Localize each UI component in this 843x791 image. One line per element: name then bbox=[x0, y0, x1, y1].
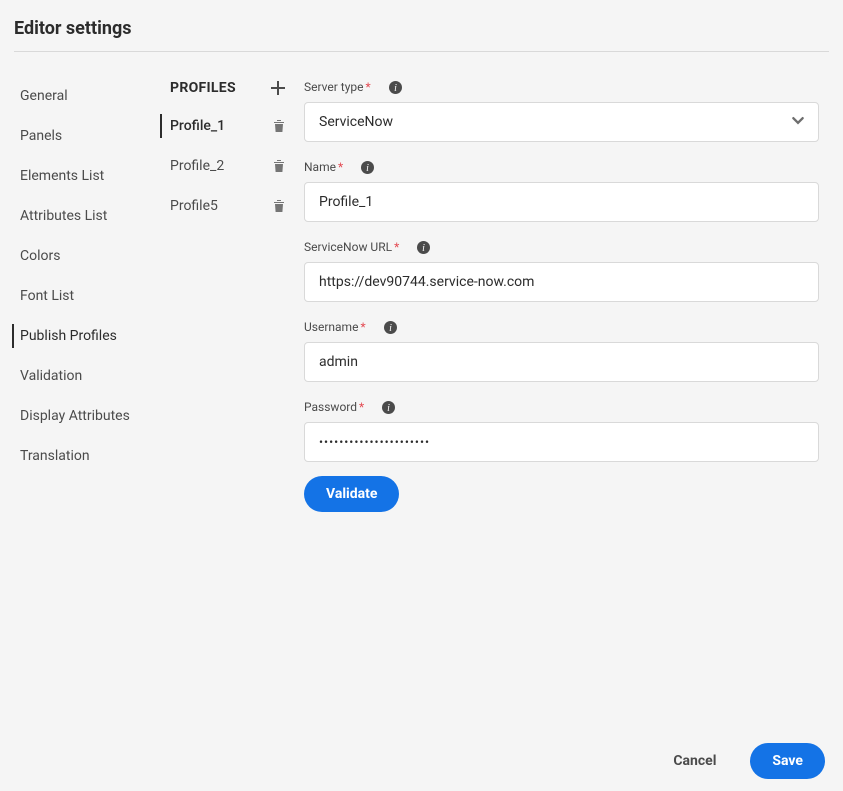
required-marker: * bbox=[359, 400, 364, 414]
form-column: Server type* i Name* i ServiceNow URL* i bbox=[294, 76, 829, 512]
trash-icon[interactable] bbox=[272, 119, 286, 133]
server-type-label: Server type* i bbox=[304, 80, 402, 94]
server-type-select[interactable] bbox=[304, 102, 819, 142]
settings-sidebar: General Panels Elements List Attributes … bbox=[14, 76, 164, 512]
page-header: Editor settings bbox=[0, 0, 843, 51]
required-marker: * bbox=[360, 320, 365, 334]
svg-text:i: i bbox=[422, 243, 425, 254]
server-type-select-wrap bbox=[304, 102, 819, 142]
cancel-button[interactable]: Cancel bbox=[653, 743, 736, 779]
profile-item[interactable]: Profile_1 bbox=[164, 110, 294, 142]
sidebar-item-font-list[interactable]: Font List bbox=[14, 276, 164, 316]
profile-item[interactable]: Profile_2 bbox=[164, 150, 294, 182]
sidebar-item-label: Validation bbox=[20, 368, 82, 384]
sidebar-item-label: Panels bbox=[20, 128, 62, 144]
label-text: Password bbox=[304, 400, 357, 414]
password-mask: •••••••••••••••••••••• bbox=[319, 435, 430, 449]
required-marker: * bbox=[338, 160, 343, 174]
info-icon[interactable]: i bbox=[389, 81, 402, 94]
trash-icon[interactable] bbox=[272, 199, 286, 213]
name-group: Name* i bbox=[304, 156, 819, 222]
required-marker: * bbox=[394, 240, 399, 254]
sidebar-item-validation[interactable]: Validation bbox=[14, 356, 164, 396]
username-label: Username* i bbox=[304, 320, 397, 334]
content-area: General Panels Elements List Attributes … bbox=[0, 52, 843, 512]
url-group: ServiceNow URL* i bbox=[304, 236, 819, 302]
footer-actions: Cancel Save bbox=[653, 743, 825, 779]
sidebar-item-label: Colors bbox=[20, 248, 60, 264]
url-input[interactable] bbox=[304, 262, 819, 302]
sidebar-item-label: Attributes List bbox=[20, 208, 107, 224]
sidebar-item-publish-profiles[interactable]: Publish Profiles bbox=[14, 316, 164, 356]
server-type-group: Server type* i bbox=[304, 76, 819, 142]
sidebar-item-label: Publish Profiles bbox=[20, 328, 117, 344]
sidebar-item-colors[interactable]: Colors bbox=[14, 236, 164, 276]
sidebar-item-label: Font List bbox=[20, 288, 74, 304]
password-label: Password* i bbox=[304, 400, 395, 414]
profiles-header-label: PROFILES bbox=[170, 80, 236, 96]
sidebar-item-label: Elements List bbox=[20, 168, 104, 184]
profile-item[interactable]: Profile5 bbox=[164, 190, 294, 222]
sidebar-item-label: Translation bbox=[20, 448, 90, 464]
required-marker: * bbox=[366, 80, 371, 94]
url-label: ServiceNow URL* i bbox=[304, 240, 430, 254]
label-text: Username bbox=[304, 320, 358, 334]
info-icon[interactable]: i bbox=[361, 161, 374, 174]
sidebar-item-translation[interactable]: Translation bbox=[14, 436, 164, 476]
trash-icon[interactable] bbox=[272, 159, 286, 173]
username-group: Username* i bbox=[304, 316, 819, 382]
label-text: Name bbox=[304, 160, 336, 174]
info-icon[interactable]: i bbox=[384, 321, 397, 334]
sidebar-item-label: General bbox=[20, 88, 68, 104]
sidebar-item-panels[interactable]: Panels bbox=[14, 116, 164, 156]
save-button[interactable]: Save bbox=[750, 743, 825, 779]
svg-text:i: i bbox=[394, 83, 397, 94]
profiles-column: PROFILES Profile_1 Profile_2 Profile5 bbox=[164, 76, 294, 512]
password-group: Password* i •••••••••••••••••••••• bbox=[304, 396, 819, 462]
svg-text:i: i bbox=[389, 323, 392, 334]
profile-item-label: Profile_1 bbox=[170, 118, 225, 134]
svg-text:i: i bbox=[387, 403, 390, 414]
label-text: ServiceNow URL bbox=[304, 240, 392, 254]
sidebar-item-attributes-list[interactable]: Attributes List bbox=[14, 196, 164, 236]
svg-text:i: i bbox=[366, 163, 369, 174]
profiles-header: PROFILES bbox=[164, 76, 294, 110]
profile-item-label: Profile5 bbox=[170, 198, 218, 214]
validate-button[interactable]: Validate bbox=[304, 476, 399, 512]
label-text: Server type bbox=[304, 80, 364, 94]
info-icon[interactable]: i bbox=[417, 241, 430, 254]
name-label: Name* i bbox=[304, 160, 374, 174]
page-title: Editor settings bbox=[14, 18, 823, 39]
sidebar-item-label: Display Attributes bbox=[20, 408, 130, 424]
username-input[interactable] bbox=[304, 342, 819, 382]
sidebar-item-elements-list[interactable]: Elements List bbox=[14, 156, 164, 196]
sidebar-item-display-attributes[interactable]: Display Attributes bbox=[14, 396, 164, 436]
info-icon[interactable]: i bbox=[382, 401, 395, 414]
add-profile-icon[interactable] bbox=[270, 80, 286, 96]
password-input[interactable]: •••••••••••••••••••••• bbox=[304, 422, 819, 462]
sidebar-item-general[interactable]: General bbox=[14, 76, 164, 116]
name-input[interactable] bbox=[304, 182, 819, 222]
profile-item-label: Profile_2 bbox=[170, 158, 224, 174]
